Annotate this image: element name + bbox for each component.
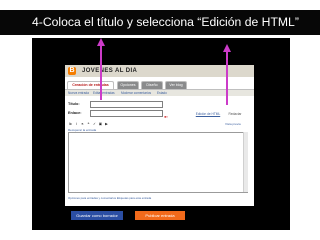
tab-diseno[interactable]: Diseño (141, 81, 163, 89)
publish-button[interactable]: Publicar entrada (135, 211, 185, 220)
video-icon[interactable]: ▶ (104, 121, 109, 127)
subtab-nueva-entrada[interactable]: Nueva entrada (68, 90, 89, 96)
bold-icon[interactable]: b (68, 121, 73, 127)
editor-toolbar: b i ❧ ❝ ✓ ▣ ▶ (68, 121, 248, 127)
blog-name[interactable]: JOVENES AL DIA (82, 67, 137, 75)
subtab-moderar-comentarios[interactable]: Moderar comentarios (121, 90, 151, 96)
tab-opciones[interactable]: Opciones (117, 81, 139, 89)
title-input[interactable] (90, 101, 163, 108)
arrow-shaft (226, 51, 228, 105)
save-draft-button[interactable]: Guardar como borrador (71, 211, 123, 220)
link-help-icon[interactable]: ●▪ (164, 115, 169, 119)
tab-ver-blog[interactable]: Ver blog (165, 81, 187, 89)
logo-letter: B (69, 67, 75, 74)
subtab-estado[interactable]: Estado (157, 90, 167, 96)
blogger-logo-icon: B (68, 67, 76, 75)
instruction-title: 4-Coloca el título y selecciona “Edición… (32, 15, 299, 29)
post-body-editor[interactable] (68, 132, 248, 193)
spellcheck-icon[interactable]: ✓ (92, 121, 97, 127)
preview-link[interactable]: Vista previa (225, 121, 241, 127)
tab-edicion-html[interactable]: Edición de HTML (194, 112, 222, 117)
post-options-line[interactable]: Opciones para entradas y comentarios Eti… (68, 196, 250, 201)
arrow-shaft (100, 45, 102, 100)
link-label: Enlace: (68, 111, 82, 115)
quote-icon[interactable]: ❝ (86, 121, 91, 127)
editor-scrollbar[interactable] (243, 132, 248, 192)
italic-icon[interactable]: i (74, 121, 79, 127)
link-input[interactable] (90, 110, 163, 117)
tab-creacion-entradas[interactable]: Creación de entradas (67, 81, 114, 89)
subtab-editar-entradas[interactable]: Editar entradas (93, 90, 115, 96)
link-icon[interactable]: ❧ (80, 121, 85, 127)
title-label: Título: (68, 102, 80, 106)
tab-redactar[interactable]: Redactar (225, 112, 245, 117)
image-icon[interactable]: ▣ (98, 121, 103, 127)
